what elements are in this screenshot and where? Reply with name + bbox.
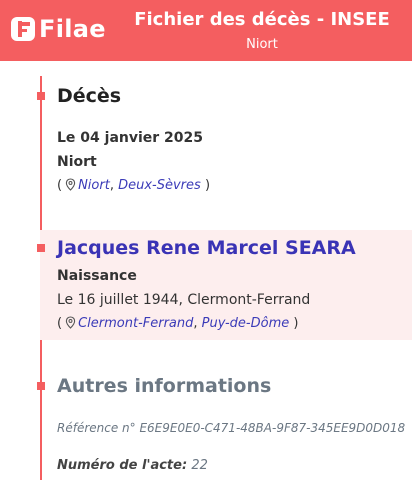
birth-location: (Clermont-Ferrand, Puy-de-Dôme ) — [57, 316, 299, 331]
acte-number: Numéro de l'acte: 22 — [57, 458, 208, 473]
app-header: Filae Fichier des décès - INSEE Niort — [0, 0, 412, 61]
acte-label: Numéro de l'acte: — [57, 458, 188, 473]
death-heading: Décès — [57, 85, 122, 107]
birth-text: Le 16 juillet 1944, Clermont-Ferrand — [57, 292, 311, 308]
reference-number: Référence n° E6E9E0E0-C471-48BA-9F87-345… — [57, 421, 406, 435]
other-info-heading: Autres informations — [57, 375, 272, 397]
page-subtitle: Niort — [246, 37, 278, 52]
death-date: Le 04 janvier 2025 — [57, 130, 204, 146]
filae-logo[interactable]: Filae — [11, 15, 106, 43]
timeline-dot-person — [37, 244, 45, 252]
map-pin-icon — [65, 178, 76, 191]
timeline-dot-death — [37, 92, 45, 100]
map-pin-icon — [65, 316, 76, 329]
death-location: (Niort, Deux-Sèvres ) — [57, 178, 211, 193]
filae-logo-icon — [11, 17, 35, 41]
death-city-link[interactable]: Niort — [78, 178, 110, 193]
logo-text: Filae — [39, 15, 106, 43]
birth-city-link[interactable]: Clermont-Ferrand — [78, 316, 193, 331]
birth-label: Naissance — [57, 268, 137, 284]
death-place: Niort — [57, 154, 97, 170]
page-title: Fichier des décès - INSEE — [134, 9, 390, 30]
death-department-link[interactable]: Deux-Sèvres — [118, 178, 201, 193]
person-name[interactable]: Jacques Rene Marcel SEARA — [57, 237, 356, 259]
acte-value: 22 — [191, 458, 208, 473]
timeline-dot-other — [37, 382, 45, 390]
birth-department-link[interactable]: Puy-de-Dôme — [202, 316, 290, 331]
